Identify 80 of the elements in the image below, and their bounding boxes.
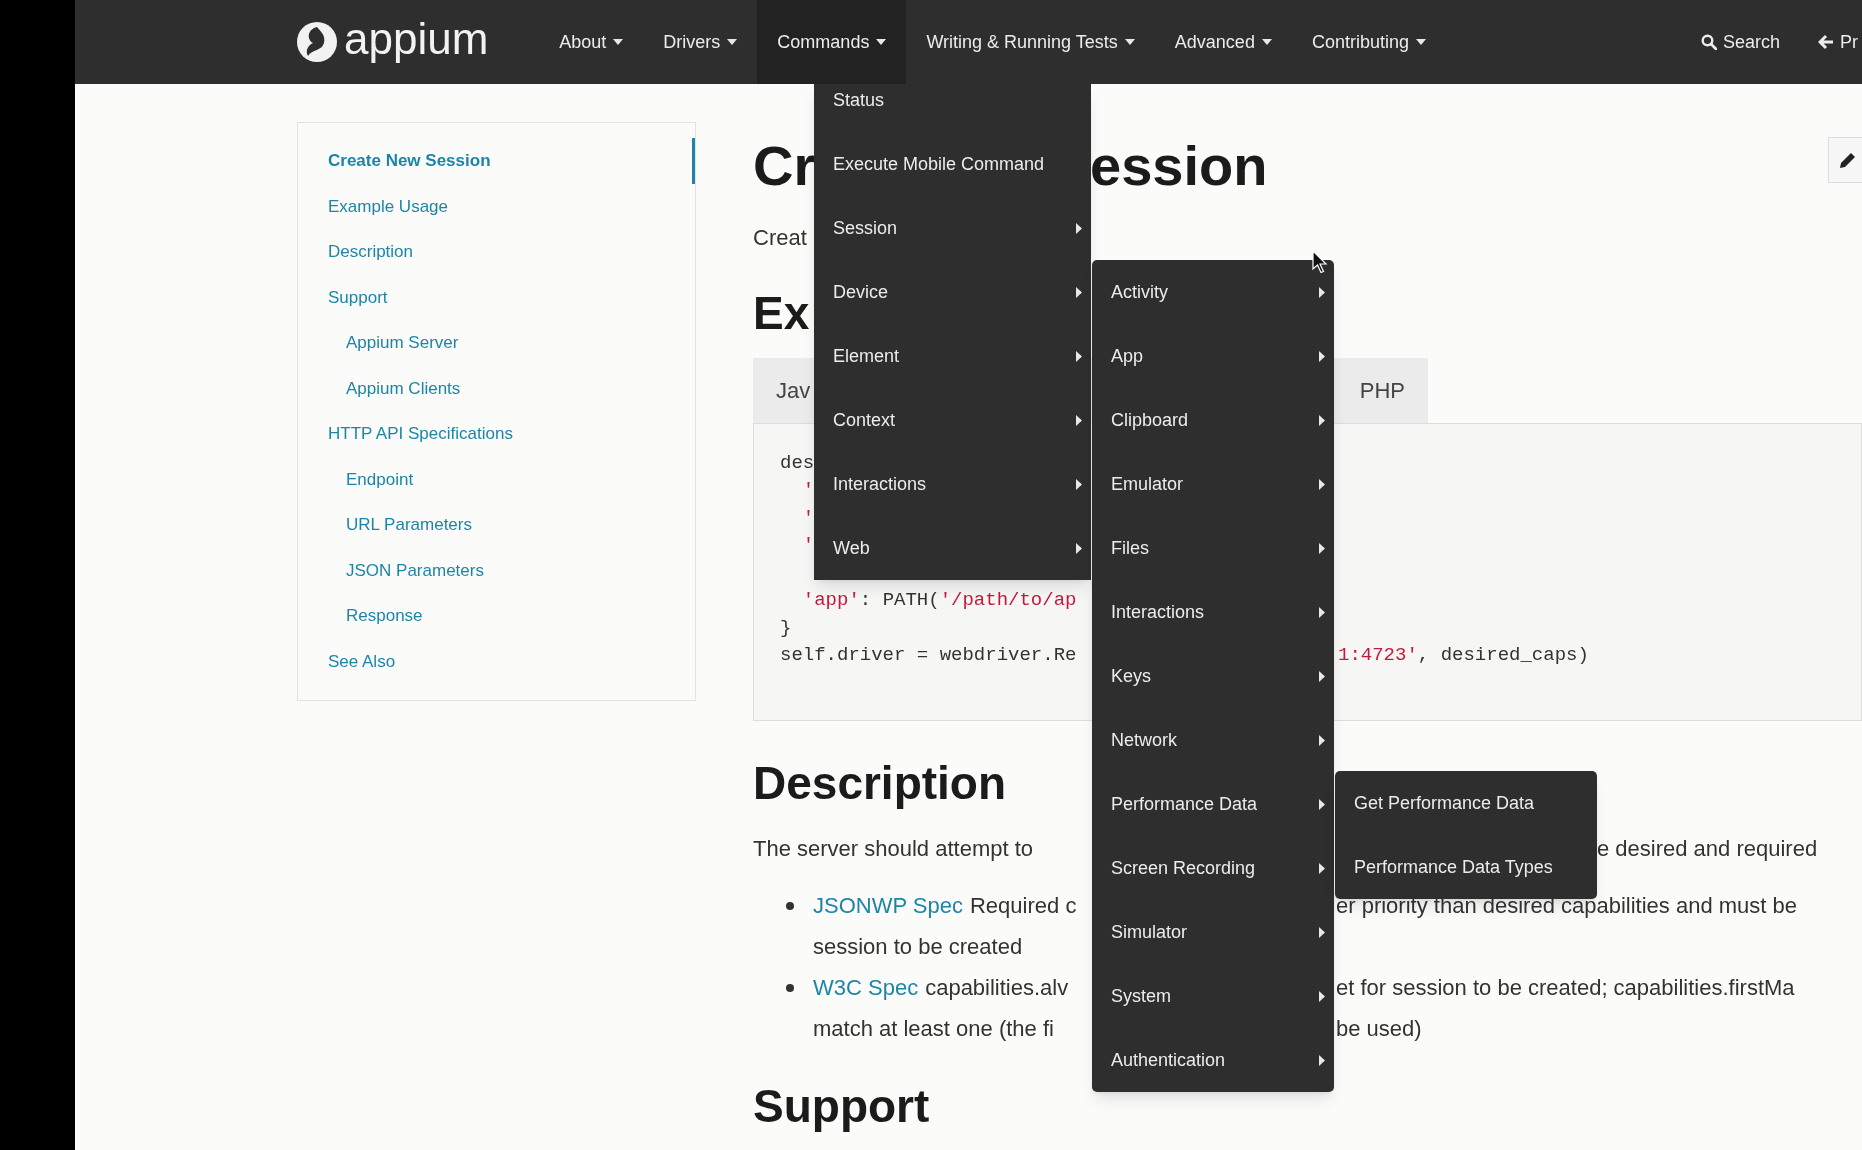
- menu-item[interactable]: Activity: [1092, 260, 1334, 324]
- intro-text: Creat: [753, 224, 807, 252]
- nav-menu-item[interactable]: Writing & Running Tests: [906, 0, 1155, 84]
- search-icon: [1700, 34, 1717, 50]
- menu-item[interactable]: Performance Data: [1092, 772, 1334, 836]
- caret-icon: [613, 39, 624, 45]
- bullet-text: capabilities.alv: [925, 974, 1069, 1002]
- spec-link[interactable]: W3C Spec: [813, 967, 919, 1008]
- pencil-icon: [1838, 150, 1858, 170]
- sidebar-link[interactable]: Support: [298, 274, 695, 320]
- search-button[interactable]: Search: [1700, 28, 1780, 56]
- menu-item[interactable]: Device: [814, 260, 1091, 324]
- nav-menu-item[interactable]: Contributing: [1291, 0, 1446, 84]
- sidebar-link[interactable]: Endpoint: [298, 456, 695, 502]
- code-line: ': [801, 478, 815, 503]
- previous-link[interactable]: Pr: [1818, 28, 1862, 56]
- menu-item[interactable]: Execute Mobile Command: [814, 132, 1091, 196]
- caret-icon: [1124, 39, 1135, 45]
- edit-button[interactable]: [1828, 137, 1862, 183]
- code-line: 'app': PATH('/path/to/ap: [801, 588, 1077, 613]
- menu-item[interactable]: Emulator: [1092, 452, 1334, 516]
- menu-item[interactable]: Web: [814, 516, 1091, 580]
- logo-wordmark[interactable]: appium: [344, 17, 489, 67]
- nav-menu-item[interactable]: Advanced: [1154, 0, 1292, 84]
- menu-item[interactable]: Interactions: [814, 452, 1091, 516]
- section-heading: Ex: [753, 286, 810, 341]
- sidebar-link[interactable]: Appium Clients: [298, 365, 695, 411]
- menu-item[interactable]: Authentication: [1092, 1028, 1334, 1092]
- bullet-text: session to be created: [813, 933, 1023, 961]
- menu-item[interactable]: Files: [1092, 516, 1334, 580]
- code-line: self.driver = webdriver.Re: [780, 643, 1078, 668]
- sidebar-link[interactable]: Description: [298, 229, 695, 275]
- menu-item[interactable]: Keys: [1092, 644, 1334, 708]
- menu-item[interactable]: App: [1092, 324, 1334, 388]
- bullet-text: be used): [1336, 1015, 1422, 1043]
- menu-item[interactable]: Element: [814, 324, 1091, 388]
- menu-item[interactable]: Simulator: [1092, 900, 1334, 964]
- sidebar-link[interactable]: JSON Parameters: [298, 547, 695, 593]
- sidebar-link[interactable]: Create New Session: [298, 138, 695, 184]
- menu-item[interactable]: Interactions: [1092, 580, 1334, 644]
- caret-icon: [1415, 39, 1426, 45]
- logo-icon: [296, 21, 338, 63]
- code-line: ': [801, 533, 815, 558]
- bullet-text: Required c: [970, 892, 1077, 920]
- spec-link[interactable]: JSONWP Spec: [813, 885, 963, 926]
- sidebar-link[interactable]: See Also: [298, 638, 695, 684]
- sidebar-link[interactable]: HTTP API Specifications: [298, 411, 695, 457]
- caret-icon: [1261, 39, 1272, 45]
- nav-menu-item[interactable]: Commands: [757, 0, 907, 84]
- section-heading: Support: [753, 1079, 930, 1134]
- sidebar-link[interactable]: Example Usage: [298, 183, 695, 229]
- code-tab[interactable]: PHP: [1359, 374, 1405, 407]
- sidebar-link[interactable]: Response: [298, 593, 695, 639]
- nav-menu-item[interactable]: Drivers: [643, 0, 758, 84]
- nav-menu-item[interactable]: About: [539, 0, 644, 84]
- sidebar-link[interactable]: Appium Server: [298, 320, 695, 366]
- menu-item[interactable]: Session: [814, 196, 1091, 260]
- code-line: des: [780, 450, 815, 476]
- code-line: 1:4723', desired_caps): [1338, 643, 1589, 668]
- sidebar-link[interactable]: URL Parameters: [298, 502, 695, 548]
- menu-item[interactable]: Clipboard: [1092, 388, 1334, 452]
- menu-item[interactable]: Network: [1092, 708, 1334, 772]
- code-tab[interactable]: Jav: [776, 374, 811, 407]
- page-title: ession: [1090, 137, 1268, 194]
- menu-item[interactable]: System: [1092, 964, 1334, 1028]
- section-heading: Description: [753, 756, 1007, 811]
- menu-item[interactable]: Context: [814, 388, 1091, 452]
- menu-item[interactable]: Screen Recording: [1092, 836, 1334, 900]
- code-line: }: [780, 615, 792, 641]
- description-text: The server should attempt to: [753, 835, 1035, 863]
- bullet-text: match at least one (the fi: [813, 1015, 1055, 1043]
- bullet-text: et for session to be created; capabilities.firstMa: [1336, 974, 1795, 1002]
- menu-item[interactable]: Get Performance Data: [1335, 771, 1597, 835]
- description-text: e desired and required: [1597, 835, 1818, 863]
- arrow-left-icon: [1818, 34, 1834, 50]
- menu-item[interactable]: Status: [814, 84, 1091, 132]
- code-line: ': [801, 505, 815, 531]
- caret-icon: [727, 39, 738, 45]
- mouse-cursor-icon: [1312, 250, 1328, 274]
- caret-icon: [876, 39, 887, 45]
